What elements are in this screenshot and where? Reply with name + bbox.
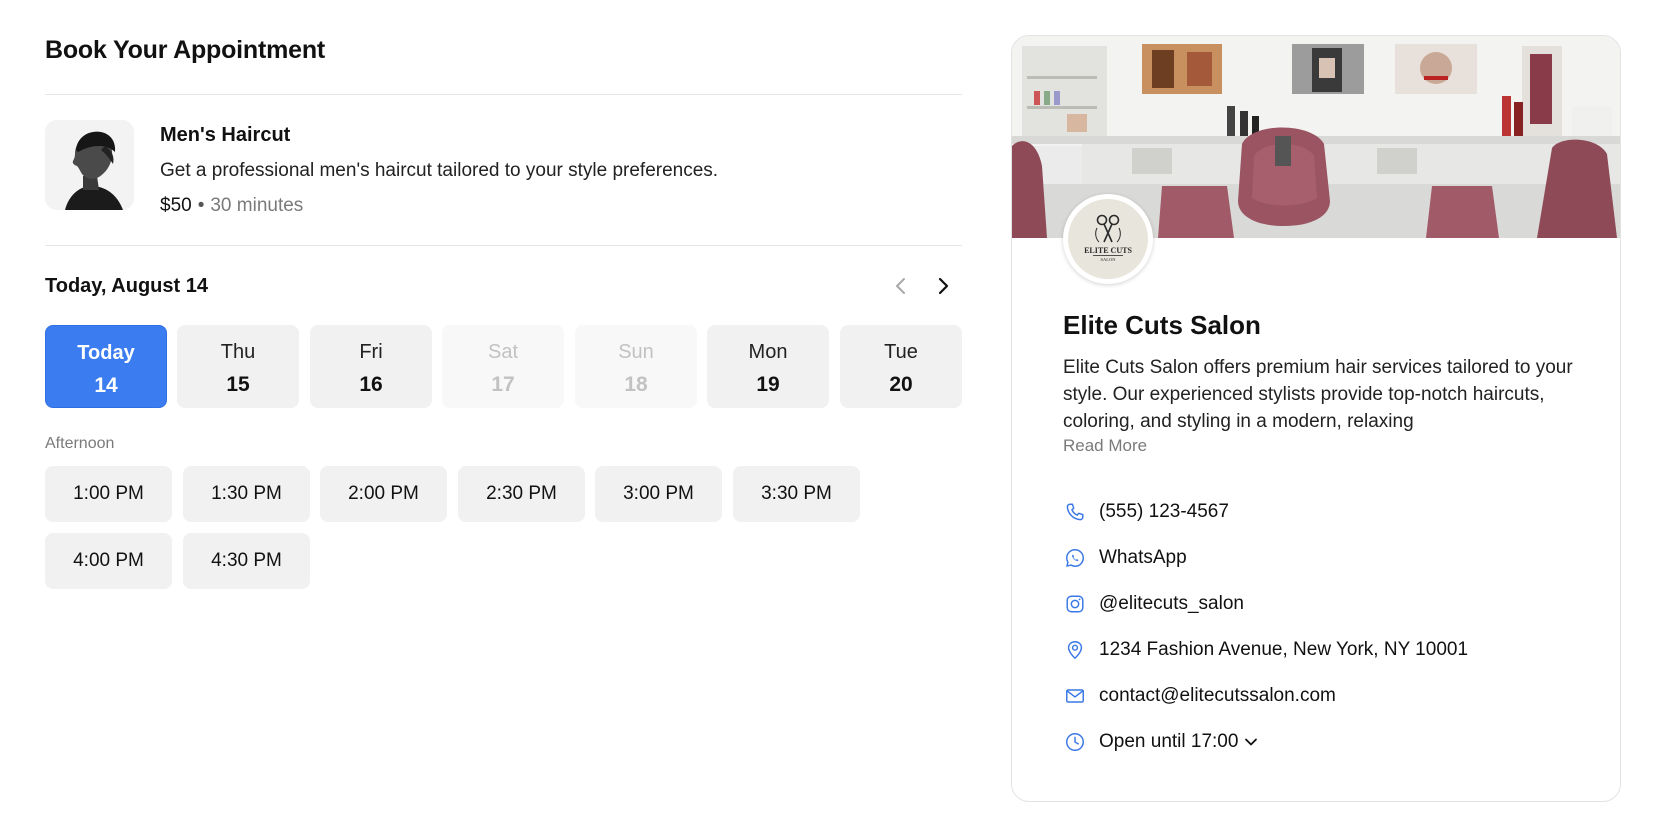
contact-address[interactable]: 1234 Fashion Avenue, New York, NY 10001	[1063, 636, 1583, 664]
service-meta: $50 • 30 minutes	[160, 195, 303, 217]
day-name: Tue	[884, 341, 918, 363]
period-label: Afternoon	[45, 435, 115, 452]
service-name: Men's Haircut	[160, 124, 291, 146]
day-sat: Sat 17	[442, 325, 564, 408]
clock-icon	[1063, 730, 1087, 754]
day-fri[interactable]: Fri 16	[310, 325, 432, 408]
time-slot[interactable]: 4:30 PM	[183, 533, 310, 589]
address-text: 1234 Fashion Avenue, New York, NY 10001	[1099, 639, 1469, 660]
day-name: Sat	[487, 341, 519, 363]
time-slot[interactable]: 1:00 PM	[45, 466, 172, 522]
business-name: Elite Cuts Salon	[1063, 310, 1261, 340]
man-profile-photo	[45, 120, 134, 210]
day-name: Fri	[359, 341, 383, 363]
time-slot[interactable]: 2:30 PM	[458, 466, 585, 522]
previous-week-button[interactable]	[887, 272, 915, 300]
day-name: Sun	[618, 341, 654, 363]
chevron-right-icon	[938, 277, 949, 295]
day-sun: Sun 18	[575, 325, 697, 408]
time-slot[interactable]: 3:30 PM	[733, 466, 860, 522]
phone-icon	[1063, 500, 1087, 524]
business-description: Elite Cuts Salon offers premium hair ser…	[1063, 357, 1573, 432]
service-price: $50	[160, 195, 192, 216]
instagram-icon	[1063, 592, 1087, 616]
salon-logo: ELITE CUTS SALON	[1063, 194, 1153, 284]
day-name: Mon	[748, 341, 788, 363]
contact-whatsapp[interactable]: WhatsApp	[1063, 544, 1583, 572]
time-slot[interactable]: 3:00 PM	[595, 466, 722, 522]
contact-phone[interactable]: (555) 123-4567	[1063, 498, 1583, 526]
contact-email[interactable]: contact@elitecutssalon.com	[1063, 682, 1583, 710]
day-number: 14	[94, 374, 118, 397]
business-card: ELITE CUTS SALON Elite Cuts Salon Elite …	[1011, 35, 1621, 802]
service-duration: 30 minutes	[210, 195, 304, 216]
instagram-handle: @elitecuts_salon	[1099, 593, 1244, 614]
day-name: Today	[77, 342, 135, 364]
divider	[45, 94, 962, 95]
day-number: 17	[491, 373, 515, 396]
whatsapp-icon	[1063, 546, 1087, 570]
day-number: 18	[624, 373, 648, 396]
meta-separator: •	[197, 195, 205, 216]
logo-text: ELITE CUTS	[1084, 246, 1132, 255]
logo-badge: ELITE CUTS SALON	[1068, 199, 1148, 279]
scissors-logo-icon: ELITE CUTS SALON	[1084, 214, 1132, 262]
day-number: 16	[359, 373, 383, 396]
day-number: 20	[889, 373, 913, 396]
time-slot[interactable]: 4:00 PM	[45, 533, 172, 589]
chevron-down-icon	[1245, 738, 1258, 746]
next-week-button[interactable]	[929, 272, 957, 300]
page-title: Book Your Appointment	[45, 36, 326, 64]
chevron-left-icon	[896, 278, 905, 294]
whatsapp-label: WhatsApp	[1099, 547, 1187, 568]
hours-text: Open until 17:00	[1099, 731, 1239, 752]
date-header: Today, August 14	[45, 272, 962, 300]
day-tue[interactable]: Tue 20	[840, 325, 962, 408]
read-more-link[interactable]: Read More	[1063, 436, 1147, 456]
contact-instagram[interactable]: @elitecuts_salon	[1063, 590, 1583, 618]
day-today[interactable]: Today 14	[45, 325, 167, 408]
contact-hours[interactable]: Open until 17:00	[1063, 728, 1583, 756]
service-summary: Men's Haircut Get a professional men's h…	[45, 120, 962, 216]
day-thu[interactable]: Thu 15	[177, 325, 299, 408]
mail-icon	[1063, 684, 1087, 708]
day-number: 15	[226, 373, 250, 396]
logo-subtext: SALON	[1100, 257, 1116, 262]
day-name: Thu	[220, 341, 256, 363]
email-address: contact@elitecutssalon.com	[1099, 685, 1336, 706]
day-selector: Today 14 Thu 15 Fri 16 Sat 17 Sun 18 Mon…	[45, 325, 962, 408]
divider	[45, 245, 962, 246]
time-slot[interactable]: 1:30 PM	[183, 466, 310, 522]
service-thumbnail	[45, 120, 134, 210]
current-date-label: Today, August 14	[45, 275, 208, 297]
location-pin-icon	[1063, 638, 1087, 662]
time-slot[interactable]: 2:00 PM	[320, 466, 447, 522]
hours-expand-button[interactable]	[1244, 737, 1258, 747]
service-description: Get a professional men's haircut tailore…	[160, 160, 719, 181]
day-mon[interactable]: Mon 19	[707, 325, 829, 408]
day-number: 19	[756, 373, 780, 396]
phone-number: (555) 123-4567	[1099, 501, 1229, 522]
